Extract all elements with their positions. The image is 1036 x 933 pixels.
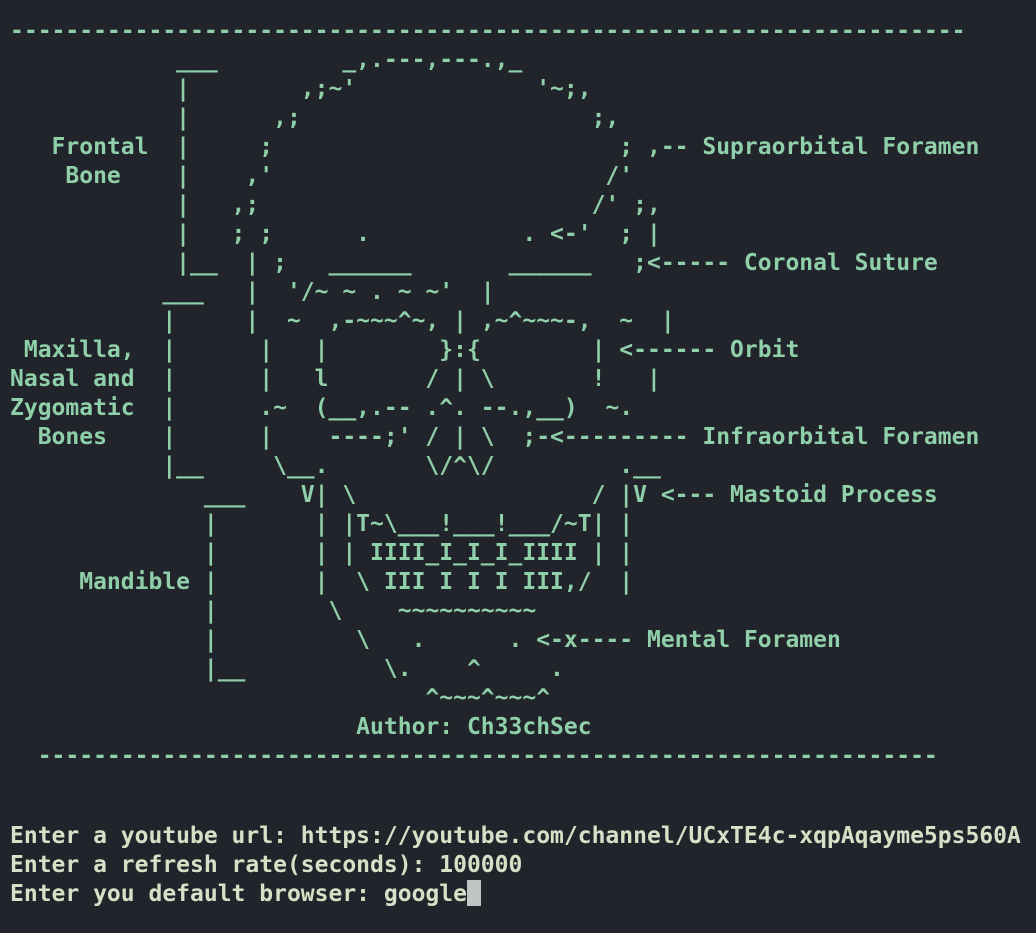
banner-line: |__ \__. \/^\/ .__	[10, 453, 661, 479]
banner-line: | ,; ;,	[10, 105, 620, 131]
banner-line: ___ _,.---,---.,_	[10, 47, 523, 73]
banner-line: Zygomatic | .~ (__,.-- .^. --.,__) ~.	[10, 395, 634, 421]
banner-line: | | |T~\___!___!___/~T| |	[10, 511, 634, 537]
text-cursor	[466, 880, 481, 906]
refresh-rate-prompt: Enter a refresh rate(seconds): 100000	[10, 852, 523, 878]
banner-line: |__ | ; ______ ______ ;<----- Coronal Su…	[10, 250, 938, 276]
youtube-url-prompt: Enter a youtube url: https://youtube.com…	[10, 823, 1021, 849]
browser-prompt-text: Enter you default browser: google	[10, 881, 467, 907]
banner-line: ----------------------------------------…	[10, 18, 966, 44]
banner-line: ___ V| \ / |V <--- Mastoid Process	[10, 482, 938, 508]
browser-input-line[interactable]: Enter you default browser: google	[10, 880, 481, 909]
banner-line: | ,; /' ;,	[10, 192, 661, 218]
banner-line: | | | IIII_I_I_I_IIII | |	[10, 540, 634, 566]
author-credit: Author: Ch33chSec	[10, 714, 592, 740]
banner-line: | | ~ ,-~~~^~, | ,~^~~~-, ~ |	[10, 308, 675, 334]
terminal-window[interactable]: ----------------------------------------…	[0, 0, 1036, 933]
banner-line: Frontal | ; ; ,-- Supraorbital Foramen	[10, 134, 980, 160]
banner-line: | ,;~' '~;,	[10, 76, 592, 102]
banner-line: ___ | '/~ ~ . ~ ~' |	[10, 279, 495, 305]
banner-line: Maxilla, | | | }:{ | <------ Orbit	[10, 337, 800, 363]
banner-line: Bone | ,' /'	[10, 163, 634, 189]
banner-line: | ; ; . . <-' ; |	[10, 221, 661, 247]
banner-line: | \ ~~~~~~~~~~	[10, 598, 537, 624]
banner-line: ^~~~^~~~^	[10, 685, 551, 711]
banner-line: Bones | | ----;' / | \ ;-<--------- Infr…	[10, 424, 980, 450]
banner-line: ----------------------------------------…	[10, 743, 938, 769]
banner-line: | \ . . <-x---- Mental Foramen	[10, 627, 841, 653]
banner-line: Mandible | | \ III I I I III,/ |	[10, 569, 634, 595]
banner-line: Nasal and | | l / | \ ! |	[10, 366, 661, 392]
banner-line: |__ \. ^ .	[10, 656, 564, 682]
